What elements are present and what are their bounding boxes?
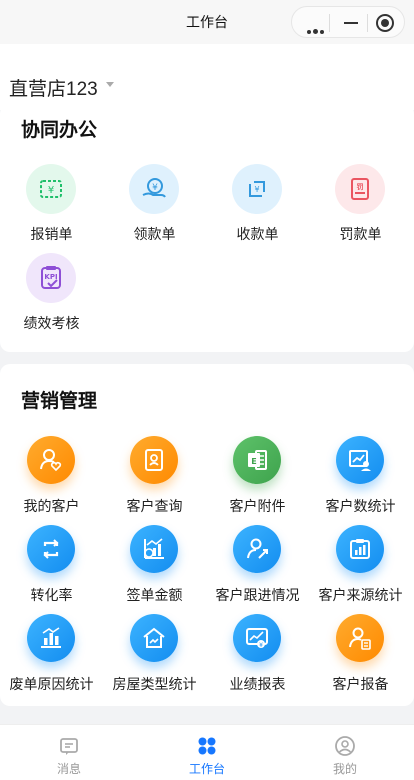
marketing-item-label: 客户查询	[126, 498, 183, 514]
svg-text:E: E	[251, 457, 256, 466]
bottom-tab-bar: 消息 工作台 我的	[0, 724, 414, 780]
svg-text:¥: ¥	[152, 183, 158, 193]
more-icon[interactable]	[307, 21, 326, 39]
marketing-item-label: 客户来源统计	[318, 587, 403, 603]
message-icon	[60, 738, 78, 755]
collection-icon: ¥	[232, 164, 282, 214]
receive-money-icon: ¥	[129, 164, 179, 214]
tab-label: 消息	[56, 762, 81, 776]
profile-icon	[335, 736, 355, 756]
marketing-item-label: 房屋类型统计	[112, 676, 197, 692]
svg-text:KPI: KPI	[44, 273, 57, 281]
store-selector[interactable]: 直营店123	[0, 44, 414, 110]
tab-workbench[interactable]: 工作台	[167, 735, 247, 777]
svg-text:¥: ¥	[259, 642, 263, 649]
marketing-item-label: 业绩报表	[229, 676, 286, 692]
void-reason-icon	[27, 614, 75, 662]
office-item-label: 绩效考核	[23, 315, 80, 331]
tab-messages[interactable]: 消息	[29, 735, 109, 777]
marketing-item-label: 客户跟进情况	[215, 587, 300, 603]
fine-icon: 罚	[335, 164, 385, 214]
kpi-icon: KPI	[26, 253, 76, 303]
house-type-icon	[130, 614, 178, 662]
marketing-item-label: 签单金额	[126, 587, 183, 603]
miniprogram-capsule	[291, 6, 405, 38]
store-name: 直营店123	[9, 79, 98, 100]
office-item-label: 收款单	[236, 226, 279, 242]
customer-count-icon	[336, 436, 384, 484]
chevron-down-icon	[106, 82, 114, 87]
svg-text:罚: 罚	[357, 182, 364, 191]
capsule-divider	[329, 14, 330, 32]
contract-amount-icon	[130, 525, 178, 573]
office-item-label: 罚款单	[339, 226, 382, 242]
office-section: 协同办公 ¥ 报销单 ¥ 领款单 ¥ 收款单 罚 罚款单 KPI 绩效考核	[0, 104, 414, 352]
svg-text:¥: ¥	[48, 185, 54, 196]
minimize-icon[interactable]	[344, 22, 358, 24]
tab-label: 我的	[332, 762, 357, 776]
marketing-section: 营销管理 我的客户 客户查询 E 客户附件 客户数统计 转化率 签单金额 客户跟…	[0, 364, 414, 706]
marketing-item-label: 客户数统计	[325, 498, 396, 514]
customer-attachment-icon: E	[233, 436, 281, 484]
workbench-icon	[198, 737, 216, 755]
close-miniprogram-icon[interactable]	[376, 14, 394, 32]
customer-search-icon	[130, 436, 178, 484]
office-item-label: 领款单	[133, 226, 176, 242]
marketing-item-label: 客户报备	[332, 676, 389, 692]
performance-report-icon: ¥	[233, 614, 281, 662]
tab-profile[interactable]: 我的	[305, 735, 385, 777]
conversion-icon	[27, 525, 75, 573]
my-customers-icon	[27, 436, 75, 484]
follow-up-icon	[233, 525, 281, 573]
title-bar: 工作台	[0, 0, 414, 44]
office-section-title: 协同办公	[21, 120, 98, 141]
marketing-section-title: 营销管理	[21, 391, 98, 412]
capsule-divider	[367, 14, 368, 32]
customer-report-icon	[336, 614, 384, 662]
customer-source-icon	[336, 525, 384, 573]
marketing-item-label: 客户附件	[229, 498, 286, 514]
reimbursement-icon: ¥	[26, 164, 76, 214]
tab-label: 工作台	[188, 762, 225, 776]
svg-text:¥: ¥	[254, 185, 259, 194]
